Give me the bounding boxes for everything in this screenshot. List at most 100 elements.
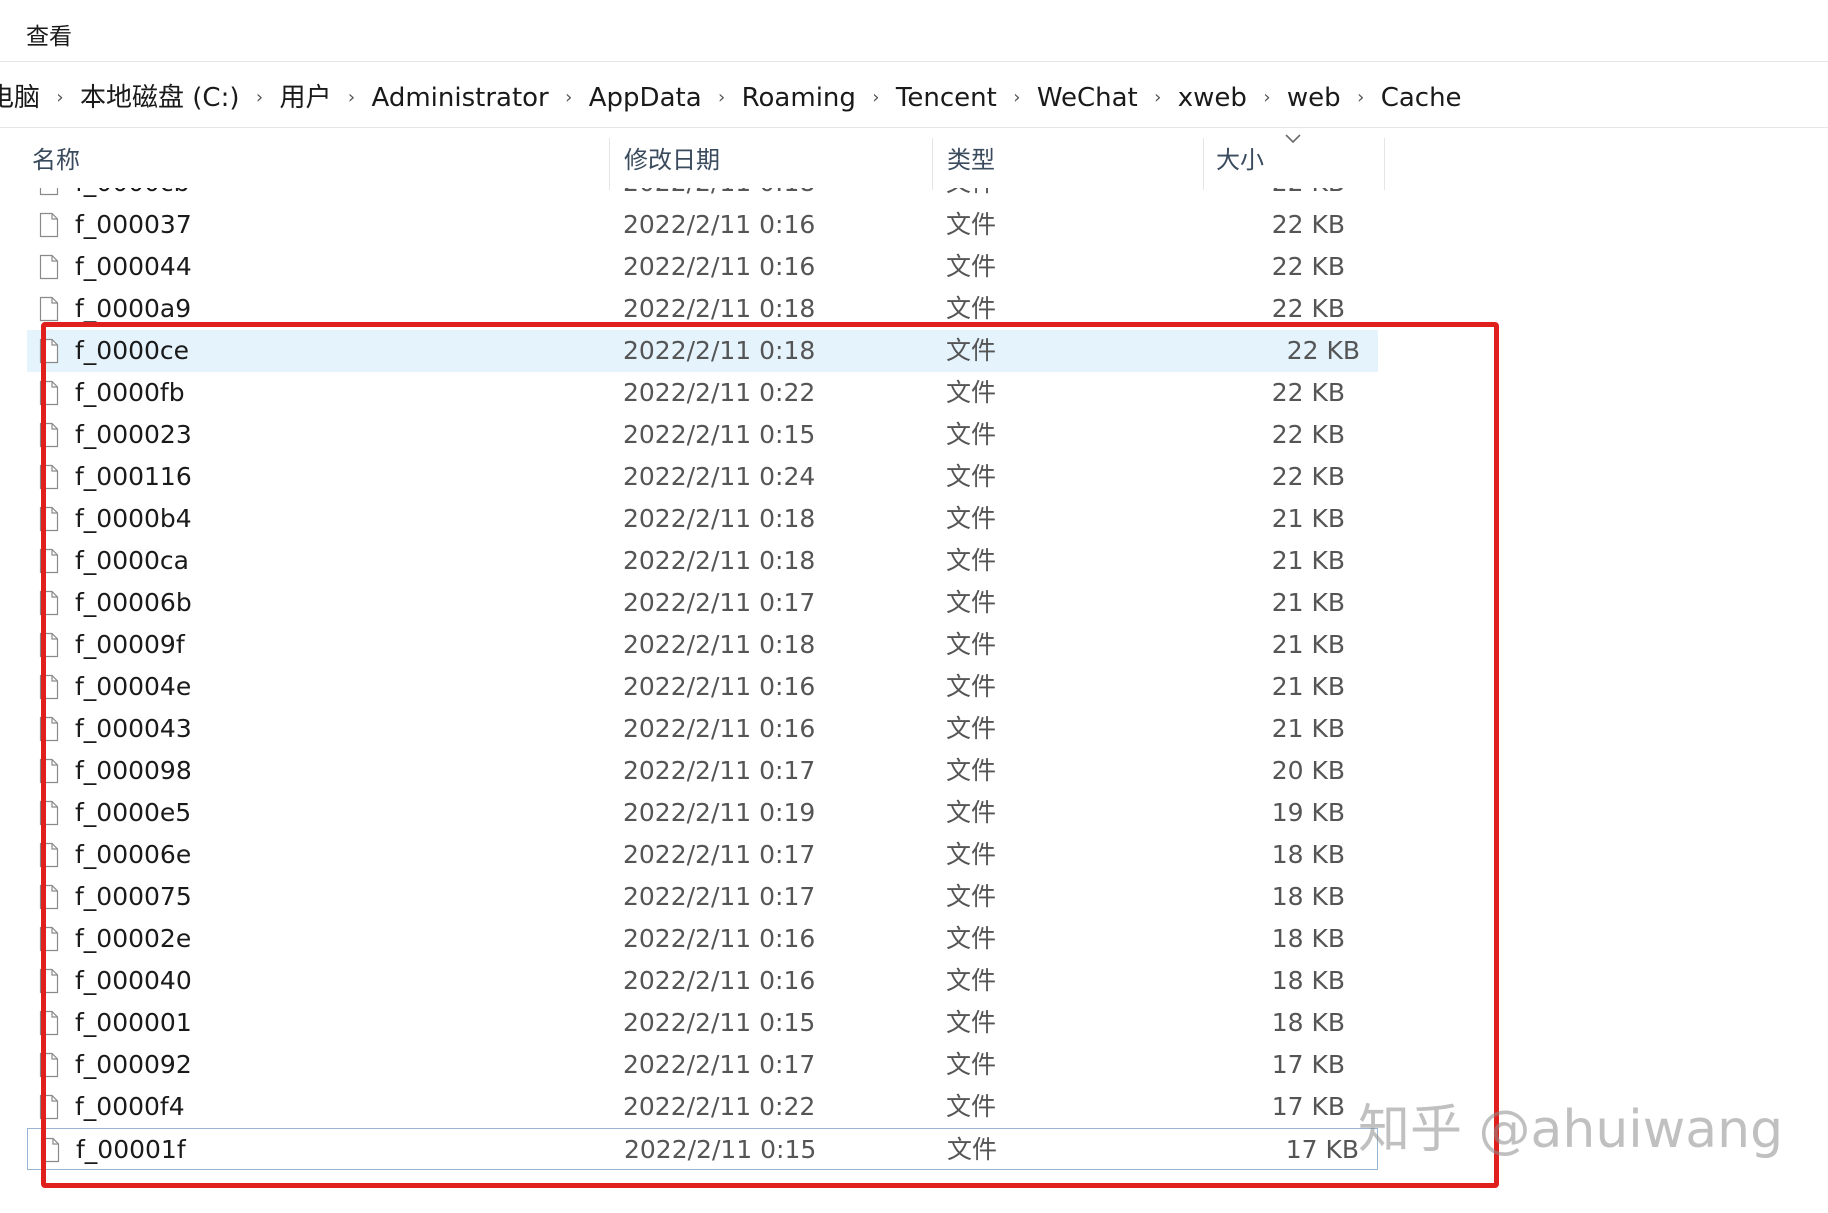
file-row[interactable]: f_000001 2022/2/11 0:15 文件 18 KB: [0, 1002, 1390, 1044]
column-header-date[interactable]: 修改日期: [624, 132, 720, 188]
file-icon: [39, 212, 59, 238]
file-modified-date: 2022/2/11 0:17: [623, 756, 816, 785]
file-size: 18 KB: [1271, 966, 1345, 995]
file-row[interactable]: f_0000cb 2022/2/11 0:18 文件 22 KB: [0, 188, 1390, 204]
chevron-right-icon[interactable]: ›: [40, 82, 80, 114]
file-type: 文件: [946, 882, 997, 911]
file-row[interactable]: f_000043 2022/2/11 0:16 文件 21 KB: [0, 708, 1390, 750]
file-modified-date: 2022/2/11 0:16: [623, 924, 816, 953]
file-row[interactable]: f_000023 2022/2/11 0:15 文件 22 KB: [0, 414, 1390, 456]
file-size: 22 KB: [1286, 336, 1360, 365]
file-row[interactable]: f_00001f 2022/2/11 0:15 文件 17 KB: [27, 1128, 1378, 1170]
breadcrumb-item[interactable]: Roaming: [742, 82, 856, 114]
file-size: 21 KB: [1271, 714, 1345, 743]
column-header-type[interactable]: 类型: [947, 132, 995, 188]
file-row[interactable]: f_00002e 2022/2/11 0:16 文件 18 KB: [0, 918, 1390, 960]
file-icon: [39, 926, 59, 952]
chevron-right-icon[interactable]: ›: [549, 82, 589, 114]
chevron-right-icon[interactable]: ›: [1138, 82, 1178, 114]
breadcrumb-item[interactable]: 电脑: [0, 82, 40, 114]
file-list[interactable]: f_0000cb 2022/2/11 0:18 文件 22 KB f_000037 202…: [0, 188, 1390, 1188]
file-type: 文件: [946, 336, 997, 365]
file-row[interactable]: f_00004e 2022/2/11 0:16 文件 21 KB: [0, 666, 1390, 708]
column-header-name[interactable]: 名称: [32, 132, 80, 188]
file-name: f_0000fb: [75, 378, 185, 407]
column-header-size[interactable]: 大小: [1216, 132, 1264, 188]
file-row[interactable]: f_0000ca 2022/2/11 0:18 文件 21 KB: [0, 540, 1390, 582]
file-modified-date: 2022/2/11 0:19: [623, 798, 816, 827]
chevron-right-icon[interactable]: ›: [856, 82, 896, 114]
file-size: 22 KB: [1271, 210, 1345, 239]
file-type: 文件: [946, 252, 997, 281]
file-modified-date: 2022/2/11 0:22: [623, 1092, 816, 1121]
file-type: 文件: [946, 378, 997, 407]
column-divider[interactable]: [1203, 138, 1204, 190]
file-icon: [39, 1052, 59, 1078]
file-row[interactable]: f_000092 2022/2/11 0:17 文件 17 KB: [0, 1044, 1390, 1086]
file-size: 22 KB: [1271, 294, 1345, 323]
breadcrumb-item[interactable]: AppData: [589, 82, 702, 114]
file-row[interactable]: f_0000e5 2022/2/11 0:19 文件 19 KB: [0, 792, 1390, 834]
watermark: 知乎 @ahuiwang: [1358, 1100, 1784, 1160]
breadcrumb-item[interactable]: web: [1287, 82, 1341, 114]
file-name: f_000098: [75, 756, 192, 785]
breadcrumb-item[interactable]: 本地磁盘 (C:): [80, 82, 239, 114]
file-size: 17 KB: [1271, 1050, 1345, 1079]
address-bar[interactable]: 电脑 › 本地磁盘 (C:) › 用户 › Administrator › AppData › Ro…: [0, 72, 1828, 128]
file-row[interactable]: f_000098 2022/2/11 0:17 文件 20 KB: [0, 750, 1390, 792]
file-row[interactable]: f_00009f 2022/2/11 0:18 文件 21 KB: [0, 624, 1390, 666]
breadcrumb-item[interactable]: Tencent: [896, 82, 997, 114]
file-row[interactable]: f_0000fb 2022/2/11 0:22 文件 22 KB: [0, 372, 1390, 414]
breadcrumb-item[interactable]: Cache: [1381, 82, 1462, 114]
file-type: 文件: [946, 420, 997, 449]
file-icon: [39, 758, 59, 784]
chevron-right-icon[interactable]: ›: [332, 82, 372, 114]
file-row[interactable]: f_0000a9 2022/2/11 0:18 文件 22 KB: [0, 288, 1390, 330]
breadcrumb-item[interactable]: WeChat: [1037, 82, 1138, 114]
file-size: 22 KB: [1271, 252, 1345, 281]
file-icon: [39, 842, 59, 868]
chevron-right-icon[interactable]: ›: [239, 82, 279, 114]
breadcrumb-item[interactable]: 用户: [279, 82, 331, 114]
breadcrumb-item[interactable]: xweb: [1178, 82, 1247, 114]
chevron-right-icon[interactable]: ›: [1247, 82, 1287, 114]
file-row[interactable]: f_0000f4 2022/2/11 0:22 文件 17 KB: [0, 1086, 1390, 1128]
file-modified-date: 2022/2/11 0:17: [623, 882, 816, 911]
file-row[interactable]: f_000037 2022/2/11 0:16 文件 22 KB: [0, 204, 1390, 246]
file-row[interactable]: f_0000b4 2022/2/11 0:18 文件 21 KB: [0, 498, 1390, 540]
file-name: f_0000ce: [75, 336, 190, 365]
file-size: 17 KB: [1271, 1092, 1345, 1121]
file-row[interactable]: f_000116 2022/2/11 0:24 文件 22 KB: [0, 456, 1390, 498]
file-size: 22 KB: [1271, 420, 1345, 449]
file-type: 文件: [946, 588, 997, 617]
file-icon: [39, 590, 59, 616]
file-row[interactable]: f_00006b 2022/2/11 0:17 文件 21 KB: [0, 582, 1390, 624]
file-name: f_00002e: [75, 924, 192, 953]
file-row[interactable]: f_000040 2022/2/11 0:16 文件 18 KB: [0, 960, 1390, 1002]
file-type: 文件: [946, 966, 997, 995]
file-row[interactable]: f_0000ce 2022/2/11 0:18 文件 22 KB: [27, 330, 1378, 372]
file-name: f_000075: [75, 882, 192, 911]
column-divider[interactable]: [609, 138, 610, 190]
file-type: 文件: [947, 1135, 998, 1164]
file-row[interactable]: f_000075 2022/2/11 0:17 文件 18 KB: [0, 876, 1390, 918]
file-icon: [39, 1094, 59, 1120]
chevron-right-icon[interactable]: ›: [997, 82, 1037, 114]
file-icon: [39, 296, 59, 322]
file-icon: [39, 674, 59, 700]
column-divider[interactable]: [1384, 138, 1385, 190]
file-row[interactable]: f_000044 2022/2/11 0:16 文件 22 KB: [0, 246, 1390, 288]
chevron-right-icon[interactable]: ›: [702, 82, 742, 114]
file-row[interactable]: f_00006e 2022/2/11 0:17 文件 18 KB: [0, 834, 1390, 876]
file-type: 文件: [946, 188, 996, 204]
file-name: f_000043: [75, 714, 192, 743]
chevron-right-icon[interactable]: ›: [1341, 82, 1381, 114]
file-size: 21 KB: [1271, 504, 1345, 533]
file-modified-date: 2022/2/11 0:18: [623, 504, 816, 533]
file-type: 文件: [946, 630, 997, 659]
breadcrumb-item[interactable]: Administrator: [372, 82, 549, 114]
file-icon: [39, 968, 59, 994]
chevron-down-icon: [1285, 134, 1301, 144]
column-divider[interactable]: [932, 138, 933, 190]
ribbon-tab-view[interactable]: 查看: [26, 22, 72, 52]
